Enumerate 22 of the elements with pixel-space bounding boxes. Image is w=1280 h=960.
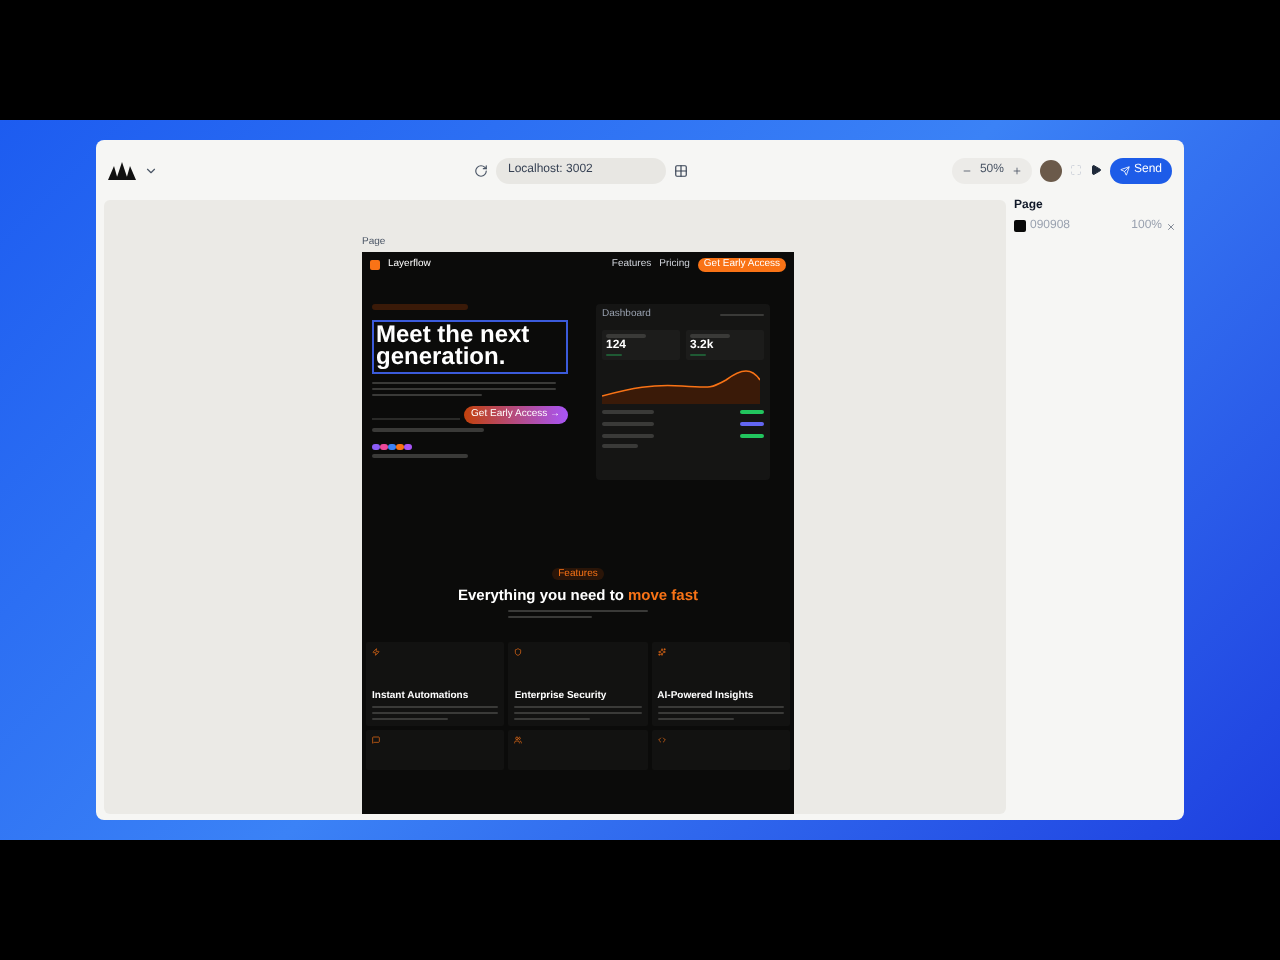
logo-icon [108,161,136,179]
brand-logo-icon [370,260,380,270]
announcement-badge [372,304,468,310]
reload-icon[interactable] [474,163,488,177]
hero-headline: Meet the next generation. [372,320,568,374]
blurred-text-drawing [657,705,784,720]
grid-icon[interactable] [674,163,688,177]
feature-icon [657,736,666,744]
feature-icon [514,736,523,744]
blurred-text-drawing [514,705,642,720]
chevron-icon[interactable] [144,163,158,177]
play-icon[interactable] [1089,164,1102,176]
feature-icon [514,648,523,656]
send-icon [1119,165,1130,175]
blurred-text-drawing [372,705,499,720]
feature-icon [372,736,380,744]
blurred-text-drawing [508,609,648,618]
avatar [1039,159,1062,181]
plus-icon[interactable] [1011,165,1022,175]
feature-icon [372,648,380,656]
feature-icon [657,648,666,656]
fill-swatch[interactable] [1014,220,1026,232]
